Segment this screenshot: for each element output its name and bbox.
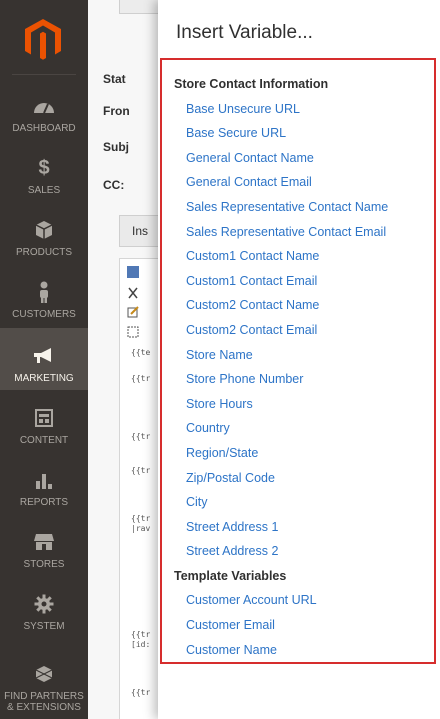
sidebar-item-label: MARKETING [14,373,74,384]
background-form: Stat Fron Subj CC: Ins {{te {{tr {{tr {{… [88,0,158,719]
sidebar-item-label: DASHBOARD [12,123,76,134]
sidebar-divider [12,74,76,75]
variable-link[interactable]: Base Unsecure URL [174,99,436,124]
variable-link[interactable]: City [174,492,436,517]
variable-link[interactable]: Store Hours [174,394,436,419]
store-icon [33,531,55,553]
variable-link[interactable]: Region/State [174,443,436,468]
code-line: {{tr [131,374,151,383]
variable-link[interactable]: Store Name [174,345,436,370]
sidebar-item-sales[interactable]: $ SALES [0,140,88,202]
select-all-icon[interactable] [127,325,139,338]
dashboard-icon [33,95,55,117]
sidebar-item-products[interactable]: PRODUCTS [0,202,88,264]
sidebar-item-label: PRODUCTS [15,247,73,258]
sidebar-item-stores[interactable]: STORES [0,514,88,576]
code-line: |rav [131,524,151,533]
variable-link[interactable]: Custom2 Contact Name [174,295,436,320]
sidebar-item-label: STORES [23,559,65,570]
code-line: {{tr [131,466,151,475]
code-line: {{tr [131,514,151,523]
variable-link[interactable]: Sales Representative Contact Email [174,222,436,247]
megaphone-icon [33,345,55,367]
sidebar-item-label: CONTENT [19,435,69,446]
layout-icon [33,407,55,429]
code-line: {{te [131,348,151,357]
variable-link[interactable]: Country [174,418,436,443]
variable-link[interactable]: Store Phone Number [174,369,436,394]
variable-link[interactable]: Customer Name [174,640,436,665]
variable-link[interactable]: Custom1 Contact Name [174,246,436,271]
form-label: Subj [103,140,129,154]
code-line: {{tr [131,688,151,697]
form-label: Stat [103,72,126,86]
sidebar-item-system[interactable]: SYSTEM [0,576,88,638]
sidebar-item-label: SYSTEM [23,621,65,632]
sidebar-item-label: SALES [27,185,61,196]
sidebar-item-reports[interactable]: REPORTS [0,452,88,514]
background-button[interactable] [119,0,158,14]
insert-variable-modal: Insert Variable... Store Contact Informa… [158,0,440,719]
form-label: CC: [103,178,125,192]
modal-title: Insert Variable... [176,22,313,43]
person-icon [33,281,55,303]
code-line: {{tr [131,432,151,441]
dollar-icon: $ [38,156,50,179]
variable-group-label: Template Variables [174,568,287,583]
sidebar-item-label: REPORTS [19,497,69,508]
code-line: {{tr [131,630,151,639]
sidebar-item-customers[interactable]: CUSTOMERS [0,264,88,326]
gear-icon [33,593,55,615]
sidebar-item-dashboard[interactable]: DASHBOARD [0,78,88,140]
sidebar-item-label: FIND PARTNERS & EXTENSIONS [4,691,84,713]
form-label: Fron [103,104,130,118]
sidebar-item-partners[interactable]: FIND PARTNERS & EXTENSIONS [0,648,88,719]
variable-link[interactable]: Zip/Postal Code [174,468,436,493]
magento-logo[interactable] [24,18,62,60]
variable-group-label: Store Contact Information [174,77,329,91]
variable-link[interactable]: Street Address 2 [174,541,436,566]
variable-link[interactable]: Customer Account URL [174,590,436,615]
edit-icon[interactable] [127,305,139,318]
bar-chart-icon [33,469,55,491]
variable-link[interactable]: Custom2 Contact Email [174,320,436,345]
sidebar-item-marketing[interactable]: MARKETING [0,328,88,390]
cut-icon[interactable] [127,286,139,299]
sidebar-item-label: CUSTOMERS [12,309,76,320]
variable-link[interactable]: General Contact Name [174,148,436,173]
variable-link[interactable]: General Contact Email [174,172,436,197]
variable-link[interactable]: Customer Email [174,615,436,640]
variable-link[interactable]: Base Secure URL [174,123,436,148]
variable-link[interactable]: Sales Representative Contact Name [174,197,436,222]
variable-link[interactable]: Street Address 1 [174,517,436,542]
save-icon[interactable] [127,266,139,278]
code-line: [id: [131,640,151,649]
sidebar-item-content[interactable]: CONTENT [0,390,88,452]
box-icon [33,219,55,241]
variables-list: Store Contact Information Base Unsecure … [174,74,436,664]
admin-sidebar: DASHBOARD $ SALES PRODUCTS CUSTOMERS MAR… [0,0,88,719]
cubes-icon [33,663,55,685]
insert-widget-button[interactable]: Ins [119,215,158,247]
variable-link[interactable]: Custom1 Contact Email [174,271,436,296]
